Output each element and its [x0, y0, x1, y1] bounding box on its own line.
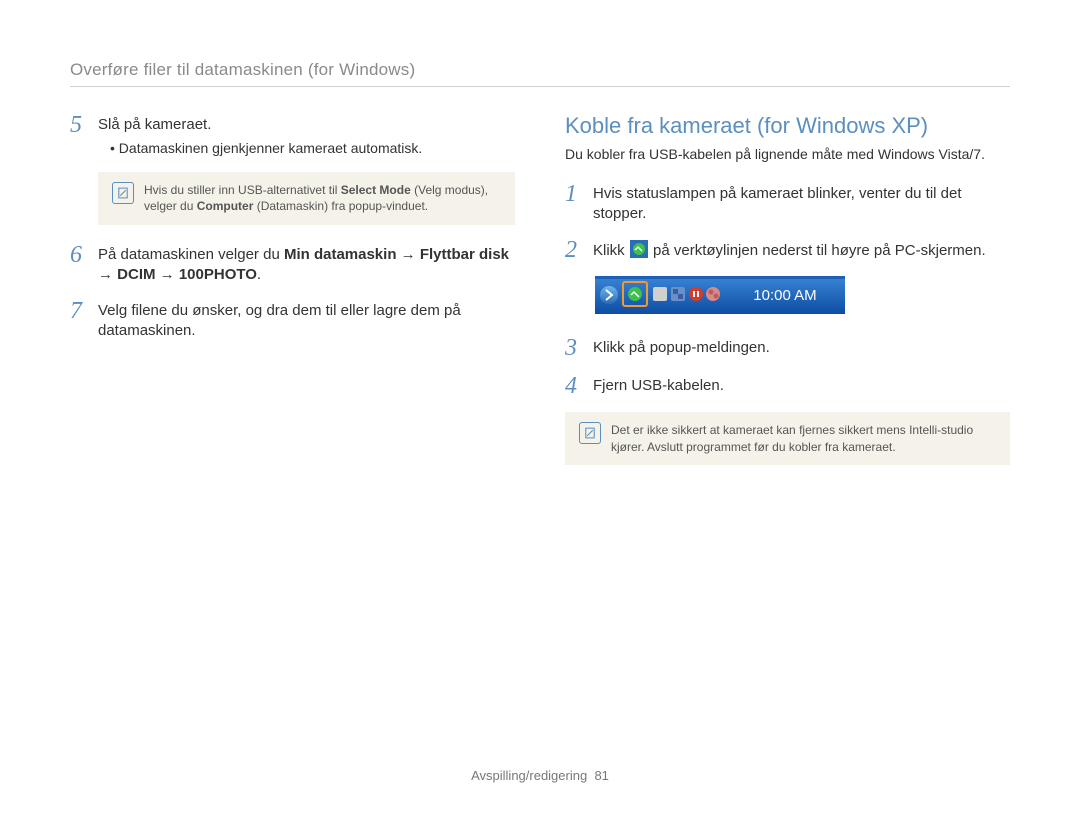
step-text-part: Klikk	[593, 242, 629, 259]
tray-time: 10:00 AM	[753, 287, 816, 304]
step-number: 3	[565, 336, 585, 360]
document-page: Overføre filer til datamaskinen (for Win…	[0, 0, 1080, 815]
step-number: 6	[70, 243, 90, 286]
note-bold: Computer	[197, 199, 254, 213]
step-number: 1	[565, 182, 585, 225]
right-column: Koble fra kameraet (for Windows XP) Du k…	[565, 113, 1010, 483]
step-body: Hvis statuslampen på kameraet blinker, v…	[593, 182, 1010, 225]
step-text: Slå på kameraet.	[98, 116, 211, 133]
footer-section: Avspilling/redigering	[471, 768, 587, 783]
note-text-part: (Datamaskin) fra popup-vinduet.	[253, 199, 428, 213]
step-5: 5 Slå på kameraet. Datamaskinen gjenkjen…	[70, 113, 515, 158]
note-text: Hvis du stiller inn USB-alternativet til…	[144, 182, 501, 214]
step-body: Klikk på popup-meldingen.	[593, 336, 1010, 360]
step-body: Slå på kameraet. Datamaskinen gjenkjenne…	[98, 113, 515, 158]
step-text-part: På datamaskinen velger du	[98, 246, 284, 263]
note-icon	[112, 182, 134, 204]
step-number: 4	[565, 374, 585, 398]
left-column: 5 Slå på kameraet. Datamaskinen gjenkjen…	[70, 113, 515, 483]
step-7: 7 Velg filene du ønsker, og dra dem til …	[70, 299, 515, 342]
note-bold: Select Mode	[341, 183, 411, 197]
step-body: Fjern USB-kabelen.	[593, 374, 1010, 398]
section-title: Koble fra kameraet (for Windows XP)	[565, 113, 1010, 139]
systray-screenshot: 10:00 AM	[595, 276, 1010, 318]
step-6: 6 På datamaskinen velger du Min datamask…	[70, 243, 515, 286]
step-text-part: .	[257, 266, 261, 283]
page-header: Overføre filer til datamaskinen (for Win…	[70, 60, 1010, 87]
note-text-part: Hvis du stiller inn USB-alternativet til	[144, 183, 341, 197]
step-body: Velg filene du ønsker, og dra dem til el…	[98, 299, 515, 342]
step-body: På datamaskinen velger du Min datamaskin…	[98, 243, 515, 286]
step-1: 1 Hvis statuslampen på kameraet blinker,…	[565, 182, 1010, 225]
step-body: Klikk på verktøylinjen nederst til høyre…	[593, 238, 1010, 262]
note-text: Det er ikke sikkert at kameraet kan fjer…	[611, 422, 996, 454]
note-box: Hvis du stiller inn USB-alternativet til…	[98, 172, 515, 224]
step-3: 3 Klikk på popup-meldingen.	[565, 336, 1010, 360]
content-columns: 5 Slå på kameraet. Datamaskinen gjenkjen…	[70, 113, 1010, 483]
step-4: 4 Fjern USB-kabelen.	[565, 374, 1010, 398]
step-number: 7	[70, 299, 90, 342]
section-subtitle: Du kobler fra USB-kabelen på lignende må…	[565, 145, 1010, 164]
page-footer: Avspilling/redigering 81	[0, 768, 1080, 783]
step-number: 2	[565, 238, 585, 262]
step-bullet: Datamaskinen gjenkjenner kameraet automa…	[98, 139, 515, 158]
step-2: 2 Klikk på verktøylinjen nederst til høy…	[565, 238, 1010, 262]
safely-remove-icon	[630, 240, 648, 258]
step-number: 5	[70, 113, 90, 158]
footer-page: 81	[594, 768, 608, 783]
note-icon	[579, 422, 601, 444]
note-box: Det er ikke sikkert at kameraet kan fjer…	[565, 412, 1010, 464]
step-text-part: på verktøylinjen nederst til høyre på PC…	[653, 242, 986, 259]
